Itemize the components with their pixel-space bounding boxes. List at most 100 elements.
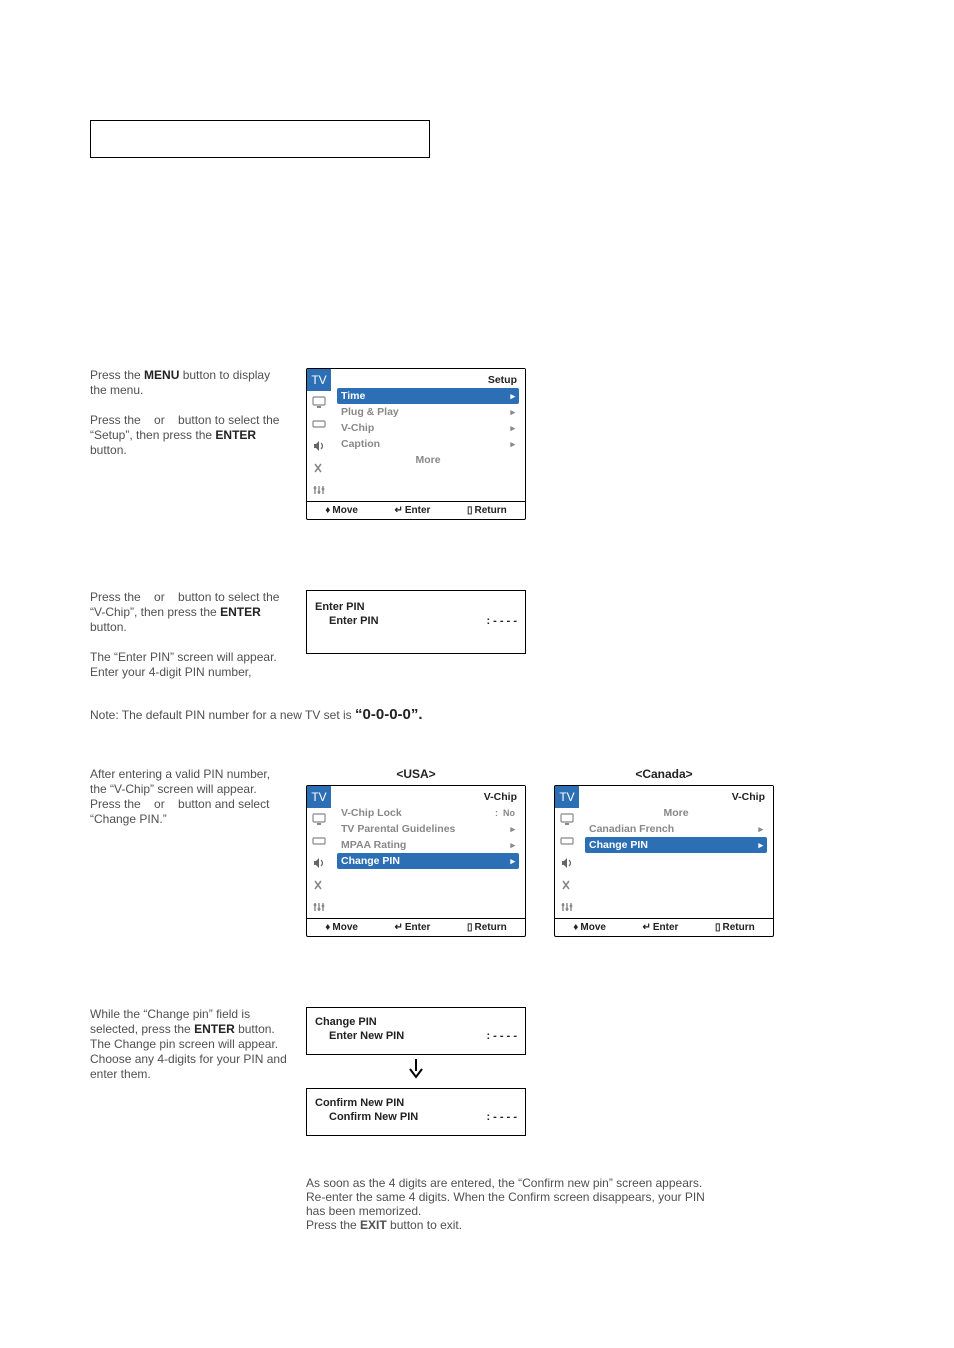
setup-icon — [307, 896, 331, 918]
t: Press the — [90, 368, 144, 382]
picture-icon — [555, 808, 579, 830]
menu-item-mpaa[interactable]: MPAA Rating ▸ — [337, 837, 519, 853]
setup-icon — [307, 479, 331, 501]
menu-item-time[interactable]: Time ▸ — [337, 388, 519, 404]
usa-title: V-Chip — [337, 788, 519, 805]
confirmpin-title: Confirm New PIN — [315, 1097, 517, 1109]
return-icon: ▯ — [467, 922, 473, 933]
t: The “Enter PIN” screen will appear. Ente… — [90, 650, 277, 679]
step-4: While the “Change pin” field is selected… — [90, 1007, 864, 1136]
foot-enter: ↵Enter — [394, 505, 430, 516]
menu-item-tvparental[interactable]: TV Parental Guidelines ▸ — [337, 821, 519, 837]
lbl: Caption — [341, 438, 380, 450]
usa-heading: <USA> — [396, 767, 435, 781]
menu-item-more[interactable]: More — [337, 452, 519, 468]
lbl: Return — [722, 922, 754, 933]
pin-title: Enter PIN — [315, 601, 517, 613]
lbl: More — [415, 454, 440, 466]
channel-icon — [307, 457, 331, 479]
pin-label: Enter PIN — [329, 615, 379, 627]
input-icon — [307, 830, 331, 852]
step-1: Press the MENU button to display the men… — [90, 368, 864, 520]
foot-return: ▯Return — [715, 922, 755, 933]
t: The Change pin screen will appear. Choos… — [90, 1037, 287, 1081]
lbl: MPAA Rating — [341, 839, 406, 851]
tv-tag: TV — [555, 786, 579, 808]
arrow-icon: ▸ — [510, 840, 515, 851]
foot-enter: ↵Enter — [642, 922, 678, 933]
input-icon — [555, 830, 579, 852]
lbl: V-Chip — [341, 422, 374, 434]
lbl: Time — [341, 390, 365, 402]
menu-item-plugplay[interactable]: Plug & Play▸ — [337, 404, 519, 420]
channel-icon — [555, 874, 579, 896]
menu-item-more[interactable]: More — [585, 805, 767, 821]
foot-move: ♦Move — [325, 922, 358, 933]
enter-icon: ↵ — [642, 922, 650, 933]
lbl: Enter — [405, 922, 431, 933]
menu-item-vchiplock[interactable]: V-Chip Lock: No — [337, 805, 519, 821]
val: : No — [495, 808, 515, 818]
arrow-icon: ▸ — [758, 840, 763, 851]
t: ENTER — [194, 1022, 235, 1036]
arrow-icon: ▸ — [510, 856, 515, 867]
menu-item-canadianfrench[interactable]: Canadian French▸ — [585, 821, 767, 837]
arrow-icon: ▸ — [510, 824, 515, 835]
foot-enter: ↵Enter — [394, 922, 430, 933]
step3-text: After entering a valid PIN number, the “… — [90, 767, 290, 827]
menu-item-vchip[interactable]: V-Chip▸ — [337, 420, 519, 436]
pin-dots[interactable]: : - - - - — [486, 615, 517, 627]
lbl: Canadian French — [589, 823, 674, 835]
step-2: Press the or button to select the “V-Chi… — [90, 590, 864, 680]
tv-tag: TV — [307, 786, 331, 808]
sound-icon — [555, 852, 579, 874]
lbl: Change PIN — [589, 839, 648, 851]
canada-screen: TV V-Chip More Canadian French▸ Change P… — [554, 785, 774, 937]
canada-heading: <Canada> — [635, 767, 692, 781]
arrow-icon: ▸ — [510, 439, 515, 450]
usa-sidebar: TV — [307, 786, 331, 918]
lbl: TV Parental Guidelines — [341, 823, 455, 835]
confirm-pin-screen: Confirm New PIN Confirm New PIN: - - - - — [306, 1088, 526, 1136]
title-placeholder-box — [90, 120, 430, 158]
step4-note: As soon as the 4 digits are entered, the… — [306, 1162, 706, 1232]
picture-icon — [307, 391, 331, 413]
pin-note: Note: The default PIN number for a new T… — [90, 706, 864, 723]
canada-title: V-Chip — [585, 788, 767, 805]
enter-icon: ↵ — [394, 922, 402, 933]
t: EXIT — [360, 1218, 387, 1232]
setup-sidebar: TV — [307, 369, 331, 501]
tv-tag: TV — [307, 369, 331, 391]
t: button. — [90, 620, 127, 634]
t: button. — [235, 1022, 275, 1036]
channel-icon — [307, 874, 331, 896]
confirmpin-dots[interactable]: : - - - - — [486, 1111, 517, 1123]
canada-sidebar: TV — [555, 786, 579, 918]
setup-screen: TV Setup Time▸ Pl — [306, 368, 526, 520]
t: button. — [90, 443, 127, 457]
step1-text: Press the MENU button to display the men… — [90, 368, 290, 458]
t: MENU — [144, 368, 179, 382]
lbl: Move — [332, 505, 358, 516]
foot-return: ▯Return — [467, 922, 507, 933]
menu-item-changepin[interactable]: Change PIN ▸ — [585, 837, 767, 853]
canada-footer: ♦Move ↵Enter ▯Return — [555, 918, 773, 936]
updown-icon: ♦ — [325, 505, 330, 516]
changepin-title: Change PIN — [315, 1016, 517, 1028]
arrow-down-icon — [407, 1059, 425, 1084]
return-icon: ▯ — [467, 505, 473, 516]
arrow-icon: ▸ — [510, 391, 515, 402]
usa-footer: ♦Move ↵Enter ▯Return — [307, 918, 525, 936]
change-pin-screen: Change PIN Enter New PIN: - - - - — [306, 1007, 526, 1055]
step2-text: Press the or button to select the “V-Chi… — [90, 590, 290, 680]
changepin-dots[interactable]: : - - - - — [486, 1030, 517, 1042]
code: “0-0-0-0”. — [355, 706, 423, 723]
menu-item-caption[interactable]: Caption ▸ — [337, 436, 519, 452]
foot-move: ♦Move — [573, 922, 606, 933]
menu-item-changepin[interactable]: Change PIN▸ — [337, 853, 519, 869]
setup-footer: ♦Move ↵Enter ▯Return — [307, 501, 525, 519]
usa-screen: TV V-Chip V-Chip Lock: No TV Parental Gu… — [306, 785, 526, 937]
sound-icon — [307, 852, 331, 874]
lbl: Move — [580, 922, 606, 933]
arrow-icon: ▸ — [510, 407, 515, 418]
